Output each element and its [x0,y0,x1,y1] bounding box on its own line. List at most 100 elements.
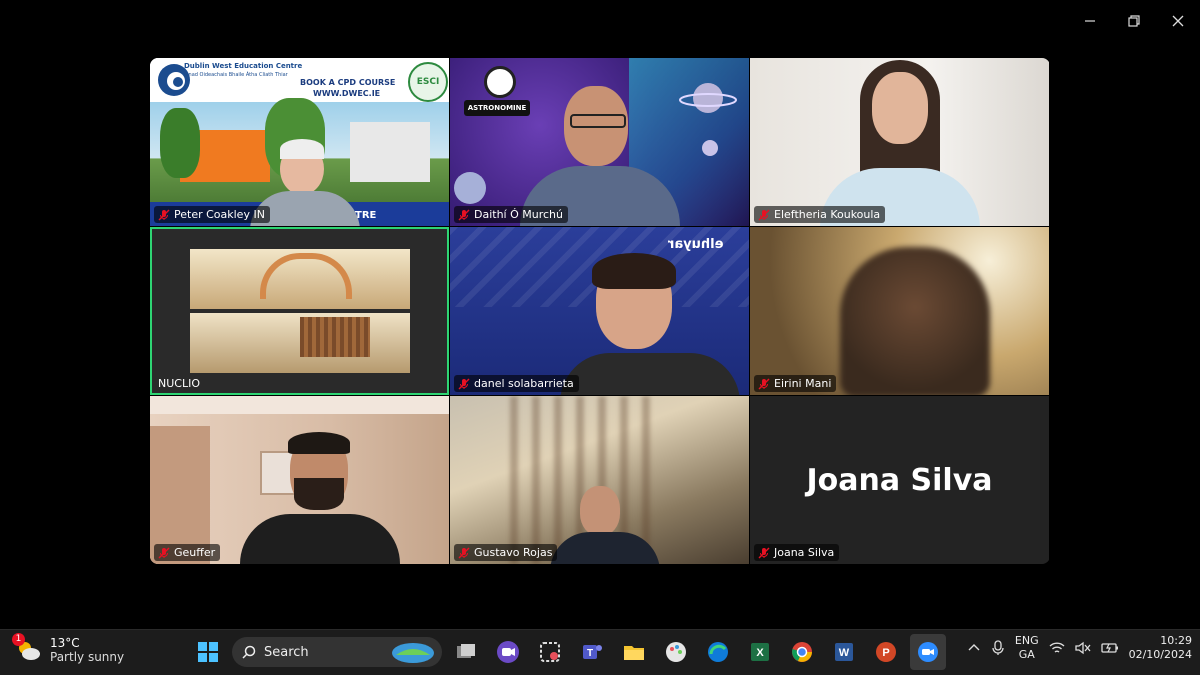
svg-text:W: W [839,647,850,659]
taskbar-app-meet[interactable] [490,634,526,670]
participant-name: Geuffer [174,546,216,559]
clock[interactable]: 10:29 02/10/2024 [1129,634,1192,662]
video-feed [450,396,749,564]
svg-text:T: T [587,648,593,659]
participant-name: Eleftheria Koukoula [774,208,881,221]
video-tile-nuclio[interactable]: NUCLIO [150,227,449,395]
svg-text:X: X [756,647,764,659]
windows-icon [198,642,218,662]
video-tile-geuffer[interactable]: Geuffer [150,396,449,564]
participant-label: danel solabarrieta [454,375,579,392]
participant-label: Peter Coakley IN [154,206,270,223]
participant-name: Eirini Mani [774,377,832,390]
muted-mic-icon [458,378,470,389]
video-feed [150,227,449,395]
language-indicator[interactable]: ENG GA [1015,634,1039,662]
banner-tail: TRE [355,210,377,221]
participant-label: Gustavo Rojas [454,544,558,561]
muted-mic-icon [758,547,770,558]
video-tile-peter-coakley[interactable]: Dublin West Education Centre Ionad Oidea… [150,58,449,226]
taskbar-app-snipping[interactable] [532,634,568,670]
taskbar-app-powerpoint[interactable]: P [868,634,904,670]
taskbar-apps: Search T X W P [190,634,946,670]
taskbar: 1 13°C Partly sunny Search T X W P ENG G… [0,629,1200,675]
task-view-button[interactable] [448,634,484,670]
notification-badge: 1 [12,633,25,646]
folder-icon [624,646,644,660]
minimize-button[interactable] [1068,8,1112,34]
video-feed [750,58,1049,226]
close-button[interactable] [1156,8,1200,34]
participant-label: Geuffer [154,544,221,561]
start-button[interactable] [190,634,226,670]
wifi-icon[interactable] [1049,641,1065,655]
elhuyar-logo: elhuyar [668,237,724,252]
video-tile-gustavo-rojas[interactable]: Gustavo Rojas [450,396,749,564]
system-tray: ENG GA 10:29 02/10/2024 [967,634,1192,662]
participant-name: danel solabarrieta [474,377,574,390]
muted-mic-icon [158,547,170,558]
banner-url: WWW.DWEC.IE [313,89,381,98]
microphone-icon[interactable] [991,640,1005,656]
weather-desc: Partly sunny [50,650,125,664]
video-tile-joana-silva[interactable]: Joana Silva Joana Silva [750,396,1049,564]
restore-icon [1128,15,1140,27]
taskbar-app-word[interactable]: W [826,634,862,670]
video-chat-icon [497,641,519,663]
excel-icon: X [751,643,769,661]
teams-icon: T [583,645,602,659]
moon-icon [454,172,486,204]
weather-widget[interactable]: 1 13°C Partly sunny [12,633,125,664]
muted-mic-icon [758,378,770,389]
taskbar-app-paint[interactable] [658,634,694,670]
video-feed: Dublin West Education Centre Ionad Oidea… [150,58,449,226]
participant-figure [550,486,660,564]
participant-label: Joana Silva [754,544,840,561]
taskbar-app-chrome[interactable] [784,634,820,670]
zoom-icon [918,642,938,662]
battery-charging-icon[interactable] [1100,641,1119,655]
video-tile-eirini-mani[interactable]: Eirini Mani [750,227,1049,395]
speaker-muted-icon[interactable] [1074,641,1091,655]
video-tile-eleftheria-koukoula[interactable]: Eleftheria Koukoula [750,58,1049,226]
video-tile-danel-solabarrieta[interactable]: elhuyar danel solabarrieta [450,227,749,395]
svg-text:P: P [882,647,889,659]
video-feed: elhuyar [450,227,749,395]
clock-time: 10:29 [1160,634,1192,647]
video-tile-daithi-o-murchu[interactable]: ASTRONOMINE Daithí Ó Murchú [450,58,749,226]
muted-mic-icon [458,209,470,220]
participant-name: Gustavo Rojas [474,546,553,559]
taskbar-app-teams[interactable]: T [574,634,610,670]
search-label: Search [264,644,309,660]
powerpoint-icon: P [876,642,896,662]
small-planet-icon [702,140,718,156]
muted-mic-icon [758,209,770,220]
participant-figure [840,247,990,395]
muted-mic-icon [458,547,470,558]
video-feed [150,396,449,564]
video-feed [750,227,1049,395]
participant-label: Eirini Mani [754,375,837,392]
taskbar-app-edge[interactable] [700,634,736,670]
participant-display-name: Joana Silva [806,462,993,498]
weather-temp: 13°C [50,636,80,650]
taskbar-search[interactable]: Search [232,637,442,667]
taskbar-app-zoom[interactable] [910,634,946,670]
video-grid: Dublin West Education Centre Ionad Oidea… [150,58,1050,564]
taskbar-app-file-explorer[interactable] [616,634,652,670]
video-feed: ASTRONOMINE [450,58,749,226]
clock-date: 02/10/2024 [1128,648,1192,661]
snipping-tool-icon [540,642,560,662]
participant-name: Joana Silva [774,546,835,559]
participant-label: NUCLIO [154,375,205,392]
participant-figure [240,432,400,564]
taskbar-app-excel[interactable]: X [742,634,778,670]
participant-name: Daithí Ó Murchú [474,208,563,221]
word-icon: W [835,643,853,661]
paint-palette-icon [666,642,686,662]
participant-label: Eleftheria Koukoula [754,206,886,223]
minimize-icon [1085,20,1095,22]
chevron-up-icon[interactable] [967,641,981,655]
restore-button[interactable] [1112,8,1156,34]
participant-name: NUCLIO [158,377,200,390]
